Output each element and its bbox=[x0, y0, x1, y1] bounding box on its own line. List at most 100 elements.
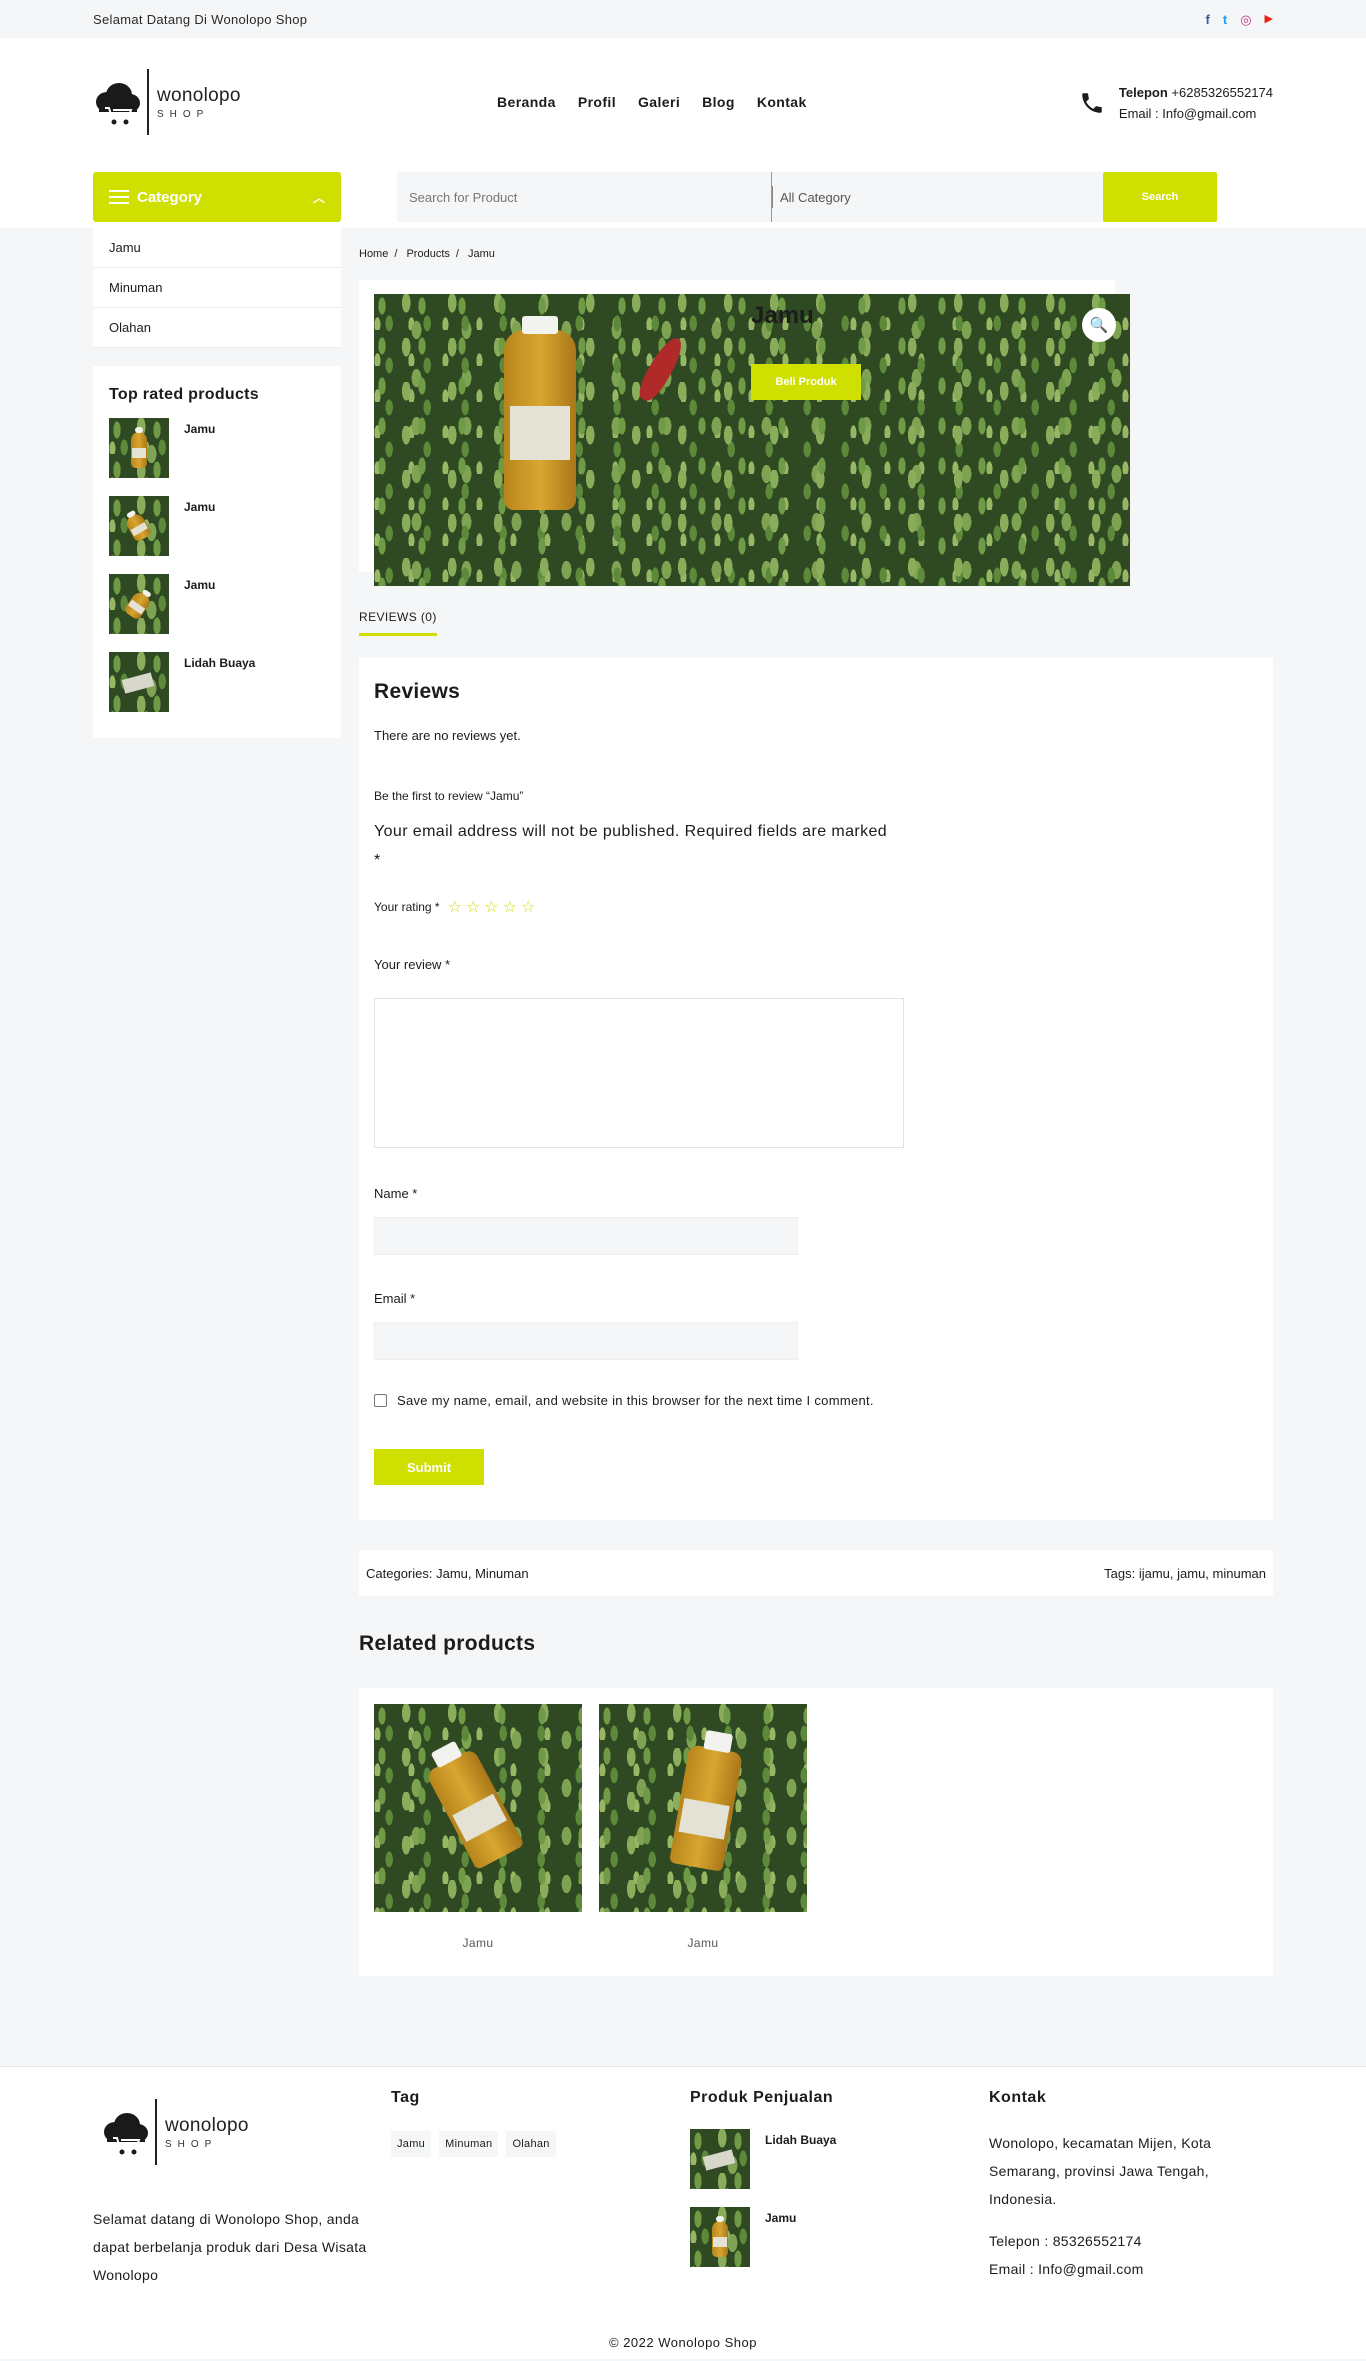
list-item[interactable]: Jamu bbox=[109, 418, 325, 478]
product-name[interactable]: Lidah Buaya bbox=[765, 2133, 836, 2189]
footer-tags: Tag Jamu Minuman Olahan bbox=[391, 2089, 651, 2157]
welcome-text: Selamat Datang Di Wonolopo Shop bbox=[93, 11, 308, 27]
nav-kontak[interactable]: Kontak bbox=[757, 94, 807, 110]
cloud-cart-icon bbox=[104, 2113, 148, 2155]
search-input[interactable]: Search for Product bbox=[397, 172, 771, 222]
product-thumbnail[interactable] bbox=[109, 418, 169, 478]
logo-line2: SHOP bbox=[157, 108, 210, 120]
breadcrumb-home[interactable]: Home bbox=[359, 248, 388, 260]
search-bar: Search for Product All Category Search bbox=[397, 172, 1217, 222]
breadcrumb-products[interactable]: Products bbox=[406, 248, 449, 260]
footer-logo[interactable]: wonolopo SHOP bbox=[101, 2099, 383, 2165]
instagram-icon[interactable]: ◎ bbox=[1240, 13, 1251, 26]
footer-address: Wonolopo, kecamatan Mijen, Kota Semarang… bbox=[989, 2135, 1212, 2207]
product-name[interactable]: Jamu bbox=[184, 422, 215, 478]
twitter-icon[interactable]: t bbox=[1223, 13, 1227, 26]
breadcrumb: Home / Products / Jamu bbox=[359, 248, 495, 260]
tag-olahan[interactable]: Olahan bbox=[506, 2131, 556, 2157]
name-field[interactable] bbox=[374, 1217, 798, 1255]
email-field[interactable] bbox=[374, 1322, 798, 1360]
nav-blog[interactable]: Blog bbox=[702, 94, 735, 110]
product-title: Jamu bbox=[751, 302, 814, 329]
list-item[interactable]: Lidah Buaya bbox=[109, 652, 325, 712]
nav-galeri[interactable]: Galeri bbox=[638, 94, 680, 110]
rating-row: Your rating * ☆☆☆☆☆ bbox=[374, 897, 1258, 917]
footer-phone: Telepon : 85326552174 bbox=[989, 2233, 1142, 2249]
product-thumbnail[interactable] bbox=[690, 2129, 750, 2189]
save-info-label: Save my name, email, and website in this… bbox=[397, 1393, 874, 1408]
tag-minuman[interactable]: Minuman bbox=[439, 2131, 499, 2157]
phone-number: +6285326552174 bbox=[1171, 85, 1273, 100]
list-item[interactable]: Jamu bbox=[109, 574, 325, 634]
related-item[interactable]: Jamu bbox=[599, 1704, 807, 1950]
related-title: Related products bbox=[359, 1632, 536, 1655]
footer-email: Email : Info@gmail.com bbox=[989, 2261, 1144, 2277]
reviews-section: Reviews There are no reviews yet. Be the… bbox=[359, 658, 1273, 1520]
related-image[interactable] bbox=[374, 1704, 582, 1912]
zoom-icon[interactable]: 🔍 bbox=[1082, 308, 1116, 342]
youtube-icon[interactable]: ▶ bbox=[1265, 13, 1273, 25]
header-contact: Telepon +6285326552174 Email : Info@gmai… bbox=[1079, 82, 1273, 124]
logo-text: wonolopo SHOP bbox=[147, 69, 241, 135]
category-label: Category bbox=[137, 188, 203, 206]
list-item[interactable]: Jamu bbox=[690, 2207, 950, 2267]
related-name[interactable]: Jamu bbox=[374, 1936, 582, 1950]
related-image[interactable] bbox=[599, 1704, 807, 1912]
footer-products: Produk Penjualan Lidah Buaya Jamu bbox=[690, 2089, 950, 2267]
facebook-icon[interactable]: f bbox=[1206, 13, 1210, 26]
footer-logo-text: wonolopo SHOP bbox=[155, 2099, 249, 2165]
product-meta: Categories: Jamu, Minuman Tags: ijamu, j… bbox=[359, 1550, 1273, 1596]
product-name[interactable]: Jamu bbox=[184, 500, 215, 556]
breadcrumb-current: Jamu bbox=[468, 248, 495, 260]
footer-about: wonolopo SHOP Selamat datang di Wonolopo… bbox=[93, 2089, 383, 2289]
product-name[interactable]: Jamu bbox=[765, 2211, 796, 2267]
list-item[interactable]: Lidah Buaya bbox=[690, 2129, 950, 2189]
footer-about-text: Selamat datang di Wonolopo Shop, anda da… bbox=[93, 2211, 367, 2283]
category-item-minuman[interactable]: Minuman bbox=[93, 268, 341, 308]
nav-profil[interactable]: Profil bbox=[578, 94, 616, 110]
social-links: f t ◎ ▶ bbox=[1206, 13, 1274, 26]
reviews-title: Reviews bbox=[374, 680, 461, 703]
category-select[interactable]: All Category bbox=[771, 172, 1103, 222]
category-toggle[interactable]: Category ︿ bbox=[93, 172, 341, 222]
product-categories: Categories: Jamu, Minuman bbox=[366, 1565, 529, 1581]
submit-button[interactable]: Submit bbox=[374, 1449, 484, 1485]
email-label: Email * bbox=[374, 1291, 416, 1306]
name-label: Name * bbox=[374, 1186, 418, 1201]
product-thumbnail[interactable] bbox=[109, 652, 169, 712]
product-thumbnail[interactable] bbox=[109, 574, 169, 634]
email-notice: Your email address will not be published… bbox=[374, 823, 888, 869]
footer-contact: Kontak Wonolopo, kecamatan Mijen, Kota S… bbox=[989, 2089, 1273, 2283]
buy-product-button[interactable]: Beli Produk bbox=[751, 364, 861, 400]
product-thumbnail[interactable] bbox=[109, 496, 169, 556]
top-rated-widget: Top rated products Jamu Jamu Jamu Lidah … bbox=[93, 366, 341, 738]
related-name[interactable]: Jamu bbox=[599, 1936, 807, 1950]
main-nav: Beranda Profil Galeri Blog Kontak bbox=[497, 94, 807, 110]
product-thumbnail[interactable] bbox=[690, 2207, 750, 2267]
related-item[interactable]: Jamu bbox=[374, 1704, 582, 1950]
category-item-olahan[interactable]: Olahan bbox=[93, 308, 341, 348]
site-logo[interactable]: wonolopo SHOP bbox=[93, 69, 493, 135]
search-button[interactable]: Search bbox=[1103, 172, 1217, 222]
product-name[interactable]: Lidah Buaya bbox=[184, 656, 255, 712]
cloud-cart-icon bbox=[93, 78, 141, 126]
list-item[interactable]: Jamu bbox=[109, 496, 325, 556]
copyright: © 2022 Wonolopo Shop bbox=[609, 2335, 757, 2350]
category-list: Jamu Minuman Olahan bbox=[93, 228, 341, 348]
related-products: Jamu Jamu bbox=[359, 1688, 1273, 1976]
product-content: Home / Products / Jamu 🔍 Jamu Beli Produk … bbox=[359, 228, 1273, 1976]
star-rating-input[interactable]: ☆☆☆☆☆ bbox=[448, 897, 540, 917]
header: wonolopo SHOP Beranda Profil Galeri Blog… bbox=[0, 38, 1366, 228]
product-image[interactable]: 🔍 bbox=[374, 294, 1130, 586]
footer-produk-title: Produk Penjualan bbox=[690, 2089, 834, 2106]
chevron-up-icon: ︿ bbox=[312, 190, 325, 205]
sidebar: Jamu Minuman Olahan Top rated products J… bbox=[93, 228, 341, 738]
nav-beranda[interactable]: Beranda bbox=[497, 94, 556, 110]
category-item-jamu[interactable]: Jamu bbox=[93, 228, 341, 268]
review-textarea[interactable] bbox=[374, 998, 904, 1148]
menu-icon bbox=[109, 190, 129, 204]
tag-jamu[interactable]: Jamu bbox=[391, 2131, 432, 2157]
product-name[interactable]: Jamu bbox=[184, 578, 215, 634]
save-info-checkbox[interactable] bbox=[374, 1394, 387, 1407]
tab-reviews[interactable]: REVIEWS (0) bbox=[359, 610, 437, 636]
